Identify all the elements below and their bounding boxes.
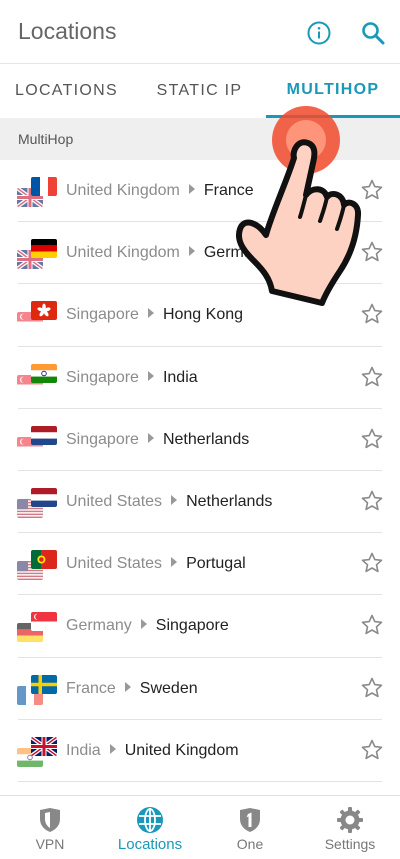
star-icon[interactable]: [360, 489, 384, 513]
tab-locations[interactable]: LOCATIONS: [0, 64, 133, 118]
flag-singapore-icon: [31, 612, 57, 631]
route-from-country: Germany: [66, 617, 132, 635]
flag-india-icon: [31, 364, 57, 383]
route-from-country: United Kingdom: [66, 182, 180, 199]
route-row[interactable]: United States Portugal: [0, 533, 400, 596]
route-flags: [17, 675, 59, 705]
star-icon[interactable]: [360, 178, 384, 202]
globe-icon: [137, 807, 163, 833]
app-bar: Locations: [0, 0, 400, 64]
route-to-country: Sweden: [139, 679, 198, 697]
tap-gesture-hand-icon: [236, 106, 362, 306]
route-flags: [17, 550, 59, 580]
route-row[interactable]: India United Kingdom: [0, 720, 400, 783]
flag-france-icon: [31, 177, 57, 196]
flag-uk-icon: [31, 737, 57, 756]
arrow-right-icon: [147, 308, 154, 319]
route-to-country: Netherlands: [186, 492, 273, 510]
nav-locations[interactable]: Locations: [100, 796, 200, 859]
route-flags: [17, 239, 59, 269]
route-from-country: Singapore: [66, 430, 139, 448]
star-icon[interactable]: [360, 613, 384, 637]
shield-icon: [40, 808, 60, 832]
route-flags: [17, 177, 59, 207]
section-title: MultiHop: [18, 131, 74, 147]
nav-one-label: One: [236, 836, 264, 852]
arrow-right-icon: [124, 681, 131, 692]
arrow-right-icon: [188, 246, 195, 257]
route-flags: [17, 612, 59, 642]
route-from-country: India: [66, 741, 101, 759]
route-row[interactable]: Singapore Netherlands: [0, 409, 400, 472]
route-to-country: Netherlands: [162, 430, 250, 448]
bottom-nav: VPN Locations One Settings: [0, 795, 400, 859]
route-to-country: India: [162, 368, 198, 386]
flag-hong-kong-icon: [31, 301, 57, 320]
arrow-right-icon: [147, 370, 154, 381]
route-flags: [17, 364, 59, 394]
flag-netherlands-icon: [31, 488, 57, 507]
star-icon[interactable]: [360, 302, 384, 326]
route-to-country: United Kingdom: [124, 741, 239, 759]
flag-germany-icon: [31, 239, 57, 258]
star-icon[interactable]: [360, 427, 384, 451]
arrow-right-icon: [188, 184, 195, 194]
route-from-country: France: [66, 679, 116, 697]
star-icon[interactable]: [360, 676, 384, 700]
route-from-country: United Kingdom: [66, 244, 180, 262]
route-to-country: Hong Kong: [162, 306, 244, 324]
arrow-right-icon: [147, 432, 154, 443]
one-badge-icon: [240, 808, 260, 832]
route-flags: [17, 426, 59, 456]
route-flags: [17, 488, 59, 518]
route-from-country: United States: [66, 555, 163, 573]
route-to-country: Singapore: [155, 617, 229, 635]
route-row[interactable]: France Sweden: [0, 658, 400, 720]
star-icon[interactable]: [360, 240, 384, 264]
info-icon[interactable]: [306, 20, 332, 46]
arrow-right-icon: [171, 494, 178, 505]
flag-netherlands-icon: [31, 426, 57, 445]
route-from-country: Singapore: [66, 368, 139, 386]
route-to-country: Portugal: [186, 555, 246, 573]
flag-portugal-icon: [31, 550, 57, 569]
search-icon[interactable]: [360, 20, 386, 46]
nav-one[interactable]: One: [200, 796, 300, 859]
star-icon[interactable]: [360, 551, 384, 575]
nav-settings[interactable]: Settings: [300, 796, 400, 859]
arrow-right-icon: [171, 557, 178, 568]
star-icon[interactable]: [360, 738, 384, 762]
gear-icon: [337, 807, 363, 833]
star-icon[interactable]: [360, 365, 384, 389]
route-row[interactable]: United States Netherlands: [0, 471, 400, 534]
route-row[interactable]: Singapore India: [0, 347, 400, 409]
nav-vpn[interactable]: VPN: [0, 796, 100, 859]
nav-locations-label: Locations: [117, 836, 183, 853]
route-from-country: United States: [66, 492, 163, 510]
route-flags: [17, 301, 59, 331]
arrow-right-icon: [140, 619, 147, 630]
page-title: Locations: [18, 18, 117, 44]
route-flags: [17, 737, 59, 767]
route-row[interactable]: Germany Singapore: [0, 595, 400, 658]
flag-sweden-icon: [31, 675, 57, 694]
nav-vpn-label: VPN: [35, 836, 65, 852]
nav-settings-label: Settings: [324, 836, 376, 852]
route-from-country: Singapore: [66, 306, 139, 324]
arrow-right-icon: [109, 743, 116, 754]
